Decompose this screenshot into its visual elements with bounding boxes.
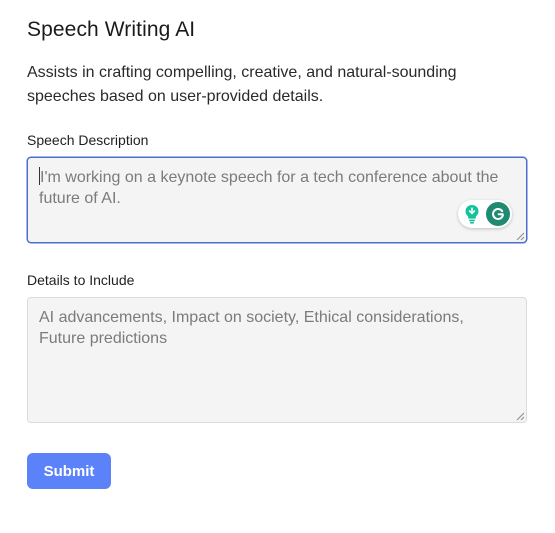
resize-handle-icon[interactable] [516, 232, 525, 241]
details-placeholder: AI advancements, Impact on society, Ethi… [39, 309, 464, 347]
speech-description-label: Speech Description [27, 132, 149, 148]
page-title: Speech Writing AI [27, 18, 196, 41]
grammarly-icon[interactable] [486, 202, 510, 226]
page-description: Assists in crafting compelling, creative… [27, 64, 457, 105]
details-textarea[interactable]: AI advancements, Impact on society, Ethi… [27, 297, 527, 423]
resize-handle-icon[interactable] [516, 412, 525, 421]
speech-description-textarea[interactable]: I'm working on a keynote speech for a te… [27, 157, 527, 243]
writing-assistant-widget[interactable] [458, 200, 512, 228]
submit-button[interactable]: Submit [27, 453, 111, 489]
speech-form-page: Speech Writing AI Assists in crafting co… [27, 17, 527, 489]
speech-description-placeholder: I'm working on a keynote speech for a te… [39, 167, 499, 207]
details-label: Details to Include [27, 272, 135, 288]
lightbulb-icon[interactable] [462, 203, 482, 225]
